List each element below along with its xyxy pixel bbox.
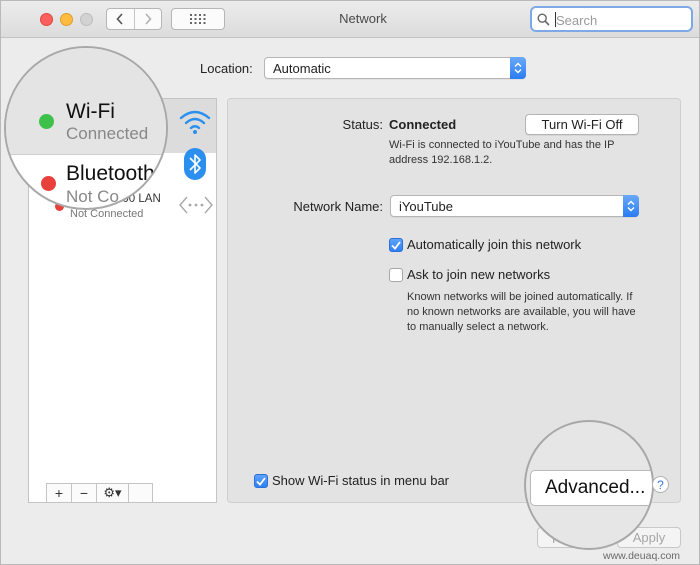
advanced-button-label: Advanced... <box>545 477 646 498</box>
help-button[interactable]: ? <box>652 476 669 493</box>
zoom-callout-advanced: Advanced... <box>524 420 654 550</box>
search-placeholder: Search <box>556 13 598 28</box>
ask-note-line: to manually select a network. <box>407 321 549 333</box>
status-note-line: address 192.168.1.2. <box>389 154 493 166</box>
zoom-divider <box>6 154 166 155</box>
zoom-callout-wifi: Wi-Fi Connected Bluetooth Not Co <box>4 46 168 210</box>
zoom-service-status: Connected <box>66 124 149 143</box>
auto-join-label: Automatically join this network <box>407 237 582 252</box>
watermark: www.deuaq.com <box>603 550 681 562</box>
search-field[interactable]: Search <box>530 6 693 32</box>
status-dot-green <box>39 114 54 129</box>
close-window-button[interactable] <box>40 13 53 26</box>
ask-join-note: Known networks will be joined automatica… <box>407 290 636 335</box>
wifi-icon <box>179 110 211 134</box>
service-list-toolbar: + − ⚙▾ <box>46 483 153 503</box>
network-name-value: iYouTube <box>399 199 453 214</box>
status-note-line: Wi-Fi is connected to iYouTube and has t… <box>389 139 615 151</box>
popup-stepper-icon <box>623 195 639 217</box>
zoom-service-name: Bluetooth <box>66 162 155 185</box>
status-value: Connected <box>389 117 457 132</box>
back-button[interactable] <box>107 9 134 29</box>
remove-service-button[interactable]: − <box>72 484 97 502</box>
chevron-right-icon <box>145 13 152 25</box>
gear-menu-button[interactable]: ⚙▾ <box>97 484 129 502</box>
search-icon <box>537 13 550 26</box>
grid-icon <box>190 14 206 24</box>
bluetooth-icon <box>184 148 206 180</box>
show-wifi-status-checkbox[interactable] <box>254 474 268 488</box>
network-preferences-window: Network Search Location: Automatic Not C… <box>0 0 700 565</box>
ask-join-label: Ask to join new networks <box>407 267 551 282</box>
location-label: Location: <box>200 61 253 76</box>
forward-button[interactable] <box>133 9 162 29</box>
location-popup[interactable]: Automatic <box>264 57 526 79</box>
navigation-buttons <box>106 8 162 30</box>
auto-join-checkbox[interactable] <box>389 238 403 252</box>
zoom-service-name: Wi-Fi <box>66 100 115 123</box>
window-title: Network <box>339 11 387 26</box>
minimize-window-button[interactable] <box>60 13 73 26</box>
chevron-left-icon <box>116 13 123 25</box>
show-wifi-status-label: Show Wi-Fi status in menu bar <box>272 473 450 488</box>
show-all-button[interactable] <box>171 8 225 30</box>
location-value: Automatic <box>273 61 331 76</box>
ethernet-icon <box>179 196 213 214</box>
title-bar: Network Search <box>1 1 699 38</box>
ask-join-checkbox[interactable] <box>389 268 403 282</box>
network-name-label: Network Name: <box>293 199 383 214</box>
status-label: Status: <box>342 117 383 132</box>
zoom-window-button[interactable] <box>80 13 93 26</box>
zoom-service-status: Not Co <box>66 187 119 206</box>
network-name-popup[interactable]: iYouTube <box>390 195 639 217</box>
advanced-button[interactable]: Advanced... <box>530 470 652 506</box>
turn-wifi-off-button[interactable]: Turn Wi-Fi Off <box>525 114 639 135</box>
popup-stepper-icon <box>510 57 526 79</box>
status-note: Wi-Fi is connected to iYouTube and has t… <box>389 138 614 168</box>
ask-note-line: no known networks are available, you wil… <box>407 306 636 318</box>
checkmark-icon <box>391 240 401 250</box>
add-service-button[interactable]: + <box>47 484 72 502</box>
ask-note-line: Known networks will be joined automatica… <box>407 291 633 303</box>
status-dot-red <box>41 176 56 191</box>
checkmark-icon <box>256 476 266 486</box>
